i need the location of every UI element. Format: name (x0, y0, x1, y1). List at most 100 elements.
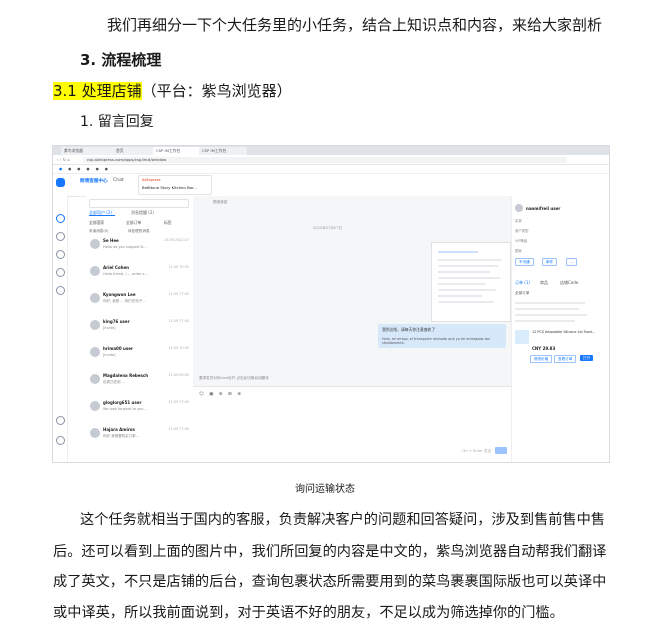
send-hint: Ctrl + Enter 发送 (461, 449, 491, 453)
app-tab-chat[interactable]: Chat (113, 178, 124, 183)
list-icon[interactable] (56, 250, 65, 259)
address-bar[interactable]: csp.aliexpress.com/apps/csp/im#/window (83, 156, 567, 163)
order-filter[interactable]: 全部订单 (515, 291, 529, 296)
open-button[interactable]: 打开 (580, 355, 594, 361)
order-tab[interactable]: 订单 (1) (515, 280, 530, 286)
clock-icon[interactable] (56, 268, 65, 277)
conversation-list: 全部用户 (2) 消息提醒 (2) 全部国家 全部订单 标签 未读消息(0) 待… (86, 196, 194, 462)
customer-avatar (515, 204, 523, 212)
list-item[interactable]: gloglorg651 user We look forward to you..… (88, 398, 191, 422)
contact-name: hrima00 user (103, 346, 133, 351)
contact-preview: 包裹已收到 ... (103, 380, 125, 384)
address-bar-row: ‹ › ↻ ⌂ csp.aliexpress.com/apps/csp/im#/… (53, 155, 609, 165)
nav-arrows-icon[interactable]: ‹ › ↻ ⌂ (57, 157, 70, 162)
modify-price-button[interactable]: 修改价格 (530, 355, 553, 363)
filter-order[interactable]: 全部订单 (126, 220, 141, 226)
chat-date: 2022年07月07日 (313, 226, 343, 230)
list-item[interactable]: Ariel Cohen Hello friend, I ... order s..… (88, 263, 191, 287)
view-order-button[interactable]: 查看订单 (554, 355, 577, 363)
order-line (515, 302, 585, 304)
card-line (438, 301, 494, 303)
no-contact-button[interactable]: 不沟通 (515, 258, 534, 266)
card-line (438, 295, 482, 297)
help-icon[interactable] (56, 416, 65, 425)
list-item[interactable]: Magdalena Rebesch 包裹已收到 ... 11:09 00:00 (88, 371, 191, 395)
list-item[interactable]: hrima00 user [Invite] 11:09 70:35 (88, 344, 191, 368)
product-thumbnail (515, 330, 529, 344)
product-title[interactable]: 12 PCS Adaptable Silicone Lid Food... (532, 330, 606, 334)
avatar (90, 266, 100, 276)
card-line (438, 251, 478, 253)
avatar (90, 347, 100, 357)
bookmark-icon[interactable]: ● (105, 165, 108, 173)
info-label: 买家 (515, 219, 522, 223)
app-logo-icon (56, 178, 65, 187)
bookmark-icon[interactable]: ● (68, 165, 71, 173)
filter-country[interactable]: 全部国家 (89, 220, 104, 226)
send-button[interactable] (495, 447, 507, 454)
store-card[interactable]: AliExpress BeBitoue Story Kitchen Bar... (138, 175, 212, 195)
info-label: 国家 (515, 249, 522, 253)
order-line (515, 314, 587, 316)
paragraph-line: 成了英文，不只是店铺的后台，查询包裹状态所需要用到的菜鸟裹裹国际版也可以英译中 (53, 574, 607, 590)
bookmarks-bar: ● ● ● ● ● ● (53, 165, 609, 174)
bubble-original: 我到达啦，请每天你注意查收了 (382, 327, 436, 332)
contact-time: 13:08 2022-07 (163, 238, 189, 242)
bookmark-icon[interactable]: ● (77, 165, 80, 173)
paragraph-line: 后。还可以看到上面的图片中，我们所回复的内容是中文的，紫鸟浏览器自动帮我们翻译 (53, 544, 607, 560)
browser-tab-active[interactable]: CSP IM工作台 (153, 147, 201, 155)
filter-tag[interactable]: 标签 (164, 220, 172, 226)
search-input[interactable] (89, 199, 189, 208)
order-line (515, 320, 575, 322)
subsection-highlight: 3.1 处理店铺 (53, 82, 142, 100)
avatar (90, 428, 100, 438)
order-line (515, 308, 579, 310)
gear-icon[interactable] (56, 436, 65, 445)
list-item[interactable]: Hajara Amiros 你好 我想要购买订单... 11:09 77:00 (88, 425, 191, 449)
contact-preview: 你好, 我想 ... 你们在电子... (103, 299, 146, 303)
bookmark-icon[interactable]: ● (96, 165, 99, 173)
avatar (90, 374, 100, 384)
users-icon[interactable] (56, 232, 65, 241)
settings-icon[interactable] (56, 286, 65, 295)
product-tab[interactable]: 商品 (540, 280, 548, 286)
contact-preview: [Invite] (103, 326, 116, 330)
chat-pane: 物流状态 2022年07月07日 我到达啦，请每天你注意查收了 Hola, mi… (193, 196, 511, 386)
left-rail (53, 196, 68, 462)
info-label: 用户类型 (515, 229, 529, 233)
avatar (90, 320, 100, 330)
app-header: 跨境客服中心 Chat AliExpress BeBitoue Story Ki… (53, 174, 609, 197)
paragraph-line: 或中译英，所以我前面说到，对于英语不好的朋友，不足以成为筛选掉你的门槛。 (53, 605, 564, 621)
translate-hint[interactable]: 要求发货对你nice也开 点击此切换自动翻译 (199, 376, 269, 381)
message-input[interactable] (199, 401, 504, 445)
more-button[interactable]: ... (566, 258, 578, 266)
browser-tab[interactable]: 紫鸟浏览器 (61, 147, 115, 155)
bubble-translation: Hola, mi amigo, el transporte revisado q… (382, 337, 491, 345)
chat-icon[interactable] (56, 214, 65, 223)
checkbox-unread[interactable]: 未读消息(0) (89, 229, 108, 234)
avatar (90, 293, 100, 303)
subsection-platform: （平台：紫鸟浏览器） (141, 82, 292, 100)
paragraph-line: 这个任务就相当于国内的客服，负责解决客户的问题和回答疑问，涉及到售前售中售 (80, 512, 605, 528)
browser-tab-bar: 紫鸟浏览器 首页 CSP IM工作台 CSP IM工作台 (53, 146, 609, 155)
app-title: 跨境客服中心 (80, 179, 108, 184)
message-bubble: 我到达啦，请每天你注意查收了 Hola, mi amigo, el transp… (378, 324, 506, 348)
message-input-area: ☺ ▣ ⊕ ⊞ ⊗ Ctrl + Enter 发送 (193, 386, 511, 462)
section-heading: 3. 流程梳理 (80, 51, 162, 69)
email-button[interactable]: 邮件 (542, 258, 558, 266)
active-tab-underline (89, 215, 115, 216)
browser-tab[interactable]: 首页 (113, 147, 155, 155)
card-line (438, 277, 500, 279)
list-item[interactable]: king76 user [Invite] 11:09 77:00 (88, 317, 191, 341)
list-item[interactable]: Kyongwon Lee 你好, 我想 ... 你们在电子... 11:09 77:… (88, 290, 191, 314)
code-tab[interactable]: 店铺Code (560, 280, 578, 286)
subsection-heading: 3.1 处理店铺（平台：紫鸟浏览器） (53, 80, 292, 101)
bookmark-icon[interactable]: ● (59, 165, 62, 173)
list-item[interactable]: Se Hee Hello do you support D... 13:08 202… (88, 236, 191, 260)
bookmark-icon[interactable]: ● (86, 165, 89, 173)
order-image-card[interactable] (431, 242, 511, 322)
checkbox-pending[interactable]: 待处理的消息 (128, 229, 150, 234)
toolbar-icons[interactable]: ☺ ▣ ⊕ ⊞ ⊗ (199, 392, 243, 397)
list-tab-reminder[interactable]: 消息提醒 (2) (131, 210, 154, 216)
browser-tab[interactable]: CSP IM工作台 (199, 147, 247, 155)
